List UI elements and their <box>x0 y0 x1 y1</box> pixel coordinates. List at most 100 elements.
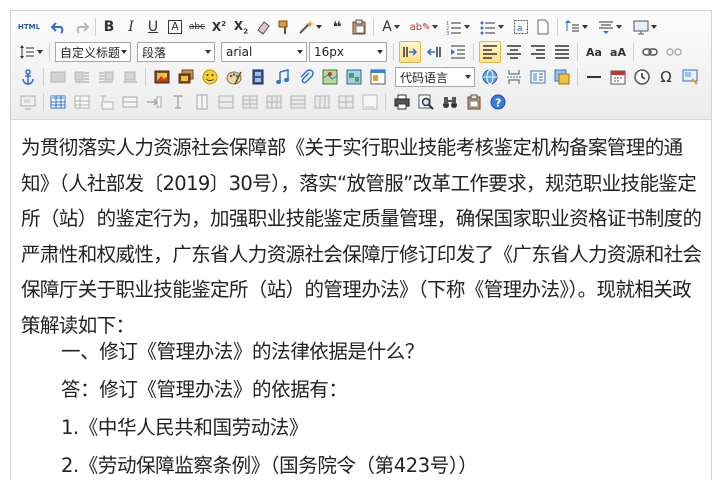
attachment-button[interactable] <box>295 66 317 88</box>
insert-video-button[interactable] <box>247 66 269 88</box>
subscript-button[interactable]: X2 <box>231 16 251 38</box>
delete-row-button[interactable] <box>143 91 165 113</box>
align-justify-button[interactable] <box>551 41 573 63</box>
underline-button[interactable]: U <box>143 16 163 38</box>
music-button[interactable] <box>271 66 293 88</box>
merge-right-button[interactable] <box>239 91 261 113</box>
word-image-button[interactable] <box>679 66 701 88</box>
html-source-button[interactable]: HTML <box>17 16 41 38</box>
date-button[interactable] <box>607 66 629 88</box>
row-spacing-bottom-button[interactable] <box>595 16 625 38</box>
bold-button[interactable]: B <box>99 16 119 38</box>
delete-table-button[interactable] <box>71 91 93 113</box>
anchor-button[interactable] <box>17 66 39 88</box>
clock-icon <box>634 69 650 85</box>
insert-frame-button[interactable] <box>631 16 659 38</box>
redo-button[interactable] <box>71 16 91 38</box>
emotion-button[interactable] <box>199 66 221 88</box>
delete-col-button[interactable] <box>191 91 213 113</box>
rtl-icon <box>426 47 441 57</box>
code-language-dropdown[interactable]: 代码语言 <box>395 67 475 87</box>
special-chars-button[interactable]: Ω <box>655 66 677 88</box>
horizontal-rule-button[interactable] <box>583 66 605 88</box>
paste-plain-button[interactable] <box>349 16 369 38</box>
align-center-icon <box>507 45 521 59</box>
ordered-list-button[interactable]: 123 <box>443 16 473 38</box>
direction-rtl-button[interactable] <box>423 41 445 63</box>
image-right-button[interactable] <box>95 66 117 88</box>
printer-icon <box>394 94 410 110</box>
eraser-icon <box>257 21 270 35</box>
print-button[interactable] <box>391 91 413 113</box>
font-family-dropdown[interactable]: arial <box>221 42 307 62</box>
time-button[interactable] <box>631 66 653 88</box>
image-float-none-button[interactable] <box>47 66 69 88</box>
merge-down-button[interactable] <box>263 91 285 113</box>
pagebreak-button[interactable] <box>503 66 525 88</box>
row-spacing-top-button[interactable] <box>561 16 591 38</box>
insert-image-button[interactable] <box>151 66 173 88</box>
editor-toolbar: HTML B I U A abc X2 X2 ❝ A ab✎ 1 2 3 a 自… <box>11 11 711 120</box>
lowercase-icon: aA <box>610 45 626 59</box>
select-all-icon: a <box>514 20 528 34</box>
auto-typeset-button[interactable] <box>297 16 323 38</box>
split-cells-icon <box>290 95 306 109</box>
format-brush-button[interactable] <box>275 16 295 38</box>
insert-paragraph-before-table-button[interactable] <box>95 91 117 113</box>
scrawl-button[interactable] <box>223 66 245 88</box>
preview-button[interactable] <box>415 91 437 113</box>
blockquote-button[interactable]: ❝ <box>327 16 347 38</box>
drafts-button[interactable] <box>463 91 485 113</box>
image-center-button[interactable] <box>119 66 141 88</box>
split-to-cols-button[interactable] <box>335 91 357 113</box>
web-app-button[interactable] <box>479 66 501 88</box>
font-color-button[interactable]: A <box>377 16 405 38</box>
merge-cells-button[interactable] <box>215 91 237 113</box>
highlight-color-button[interactable]: ab✎ <box>409 16 439 38</box>
strikethrough-button[interactable]: abc <box>187 16 207 38</box>
background-button[interactable] <box>551 66 573 88</box>
split-to-rows-button[interactable] <box>311 91 333 113</box>
editor-content-area[interactable]: 为贯彻落实人力资源社会保障部《关于实行职业技能考核鉴定机构备案管理的通知》（人社… <box>11 120 711 480</box>
format-match-button[interactable] <box>253 16 273 38</box>
gmap-button[interactable] <box>343 66 365 88</box>
multi-image-button[interactable] <box>175 66 197 88</box>
unordered-list-button[interactable] <box>477 16 507 38</box>
template-button[interactable] <box>527 66 549 88</box>
insert-frame-page-button[interactable] <box>367 66 389 88</box>
chart-button[interactable] <box>359 91 381 113</box>
unlink-button[interactable] <box>663 41 685 63</box>
direction-ltr-button[interactable] <box>399 41 421 63</box>
map-button[interactable] <box>319 66 341 88</box>
image-left-button[interactable] <box>71 66 93 88</box>
lowercase-button[interactable]: aA <box>607 41 629 63</box>
font-size-dropdown[interactable]: 16px <box>309 42 387 62</box>
line-height-button[interactable] <box>17 41 45 63</box>
align-center-button[interactable] <box>503 41 525 63</box>
undo-button[interactable] <box>49 16 69 38</box>
delete-row-icon <box>147 96 162 108</box>
align-left-button[interactable] <box>479 41 501 63</box>
snapscreen-button[interactable] <box>17 91 39 113</box>
select-all-button[interactable]: a <box>511 16 531 38</box>
link-button[interactable] <box>639 41 661 63</box>
indent-button[interactable] <box>447 41 469 63</box>
insert-row-button[interactable] <box>119 91 141 113</box>
uppercase-button[interactable]: Aa <box>583 41 605 63</box>
split-to-cells-button[interactable] <box>287 91 309 113</box>
clear-doc-button[interactable] <box>533 16 553 38</box>
font-border-button[interactable]: A <box>165 16 185 38</box>
italic-button[interactable]: I <box>121 16 141 38</box>
insert-table-button[interactable] <box>47 91 69 113</box>
align-right-button[interactable] <box>527 41 549 63</box>
help-button[interactable]: ? <box>487 91 509 113</box>
insert-col-button[interactable] <box>167 91 189 113</box>
table-icon <box>50 95 66 109</box>
svg-text:?: ? <box>495 97 501 110</box>
heading-style-dropdown[interactable]: 自定义标题 <box>55 42 131 62</box>
superscript-button[interactable]: X2 <box>209 16 229 38</box>
search-replace-button[interactable] <box>439 91 461 113</box>
image-left-icon <box>74 71 89 83</box>
paragraph-format-dropdown[interactable]: 段落 <box>137 42 215 62</box>
code-language-value: 代码语言 <box>400 70 449 85</box>
